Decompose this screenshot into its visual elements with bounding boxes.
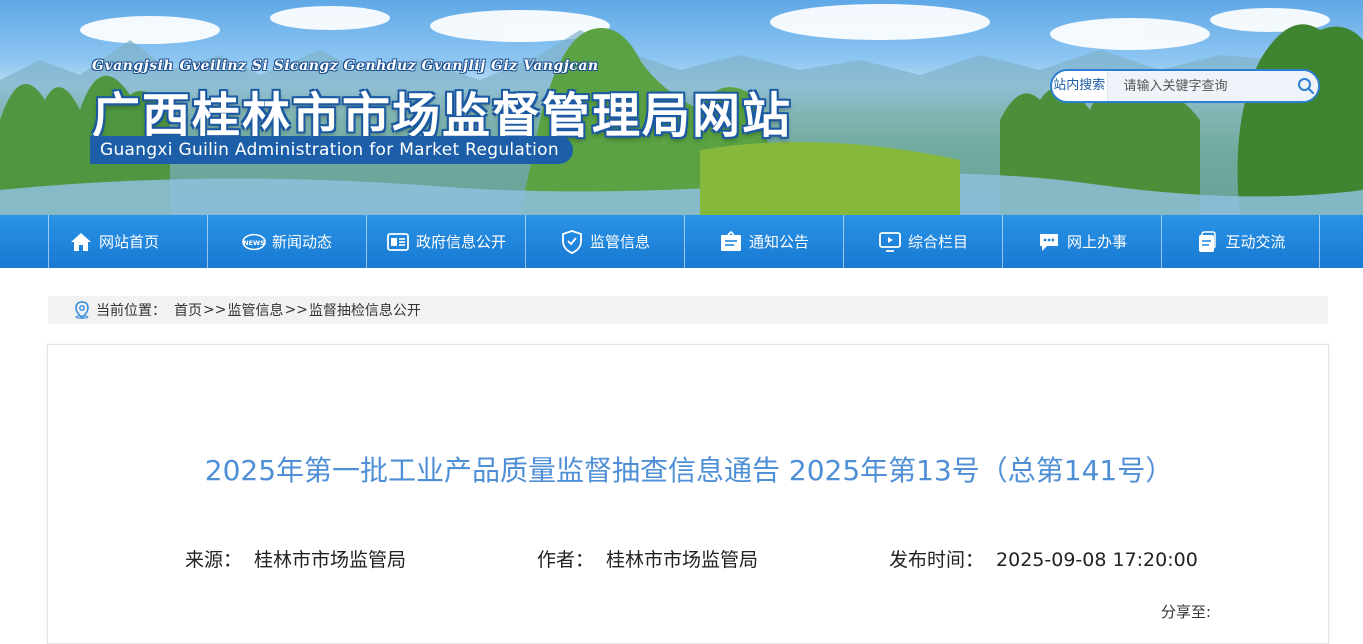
breadcrumb-supervision[interactable]: 监管信息: [227, 300, 283, 320]
nav-label: 网上办事: [1066, 233, 1127, 251]
search-box: 站内搜索: [1050, 69, 1320, 103]
search-input[interactable]: [1107, 71, 1294, 101]
nav-home[interactable]: 网站首页: [48, 215, 207, 268]
author-label: 作者：: [537, 549, 595, 571]
breadcrumb-separator: >>: [203, 302, 227, 318]
site-subtitle-zhuang: Gvangjsih Gveilinz Si Sicangz Genhduz Gv…: [92, 58, 599, 74]
main-nav: 网站首页 NEWS 新闻动态 政府信息公开 监管信息 通知公告 综合栏目 网上办…: [0, 215, 1363, 268]
time-label: 发布时间：: [889, 549, 985, 571]
breadcrumb-prefix: 当前位置：: [96, 303, 166, 319]
time-value: 2025-09-08 17:20:00: [996, 549, 1198, 571]
article-time: 发布时间： 2025-09-08 17:20:00: [889, 545, 1198, 572]
source-label: 来源：: [185, 549, 243, 571]
breadcrumb-separator: >>: [284, 302, 308, 318]
location-icon: [73, 301, 91, 319]
svg-text:NEWS: NEWS: [243, 238, 265, 246]
notice-icon: [719, 230, 743, 254]
nav-interaction[interactable]: 互动交流: [1161, 215, 1320, 268]
nav-label: 通知公告: [748, 233, 809, 251]
search-icon: [1297, 78, 1314, 94]
nav-supervision[interactable]: 监管信息: [525, 215, 684, 268]
nav-label: 新闻动态: [271, 233, 332, 251]
breadcrumb: 当前位置： 首页 >> 监管信息 >> 监督抽检信息公开: [48, 296, 1328, 324]
breadcrumb-current[interactable]: 监督抽检信息公开: [309, 300, 421, 320]
nav-label: 政府信息公开: [415, 233, 506, 251]
author-value: 桂林市市场监管局: [606, 549, 759, 571]
source-value: 桂林市市场监管局: [254, 549, 407, 571]
chat-icon: [1037, 230, 1061, 254]
site-title-en: Guangxi Guilin Administration for Market…: [90, 136, 573, 164]
nav-label: 综合栏目: [907, 233, 968, 251]
header-banner: Gvangjsih Gveilinz Si Sicangz Genhduz Gv…: [0, 0, 1363, 215]
screen-icon: [878, 230, 902, 254]
article-source: 来源： 桂林市市场监管局: [185, 545, 406, 572]
article-author: 作者： 桂林市市场监管局: [537, 545, 758, 572]
nav-news[interactable]: NEWS 新闻动态: [207, 215, 366, 268]
news-icon: NEWS: [242, 230, 266, 254]
search-button[interactable]: [1293, 71, 1318, 101]
search-label[interactable]: 站内搜索: [1052, 71, 1108, 101]
nav-label: 互动交流: [1225, 233, 1286, 251]
nav-comprehensive[interactable]: 综合栏目: [843, 215, 1002, 268]
document-icon: [1195, 230, 1219, 254]
nav-notice[interactable]: 通知公告: [684, 215, 843, 268]
shield-icon: [560, 229, 584, 254]
article-card: 2025年第一批工业产品质量监督抽查信息通告 2025年第13号（总第141号）…: [47, 344, 1329, 644]
breadcrumb-home[interactable]: 首页: [174, 300, 202, 320]
nav-label: 监管信息: [589, 233, 650, 251]
article-title: 2025年第一批工业产品质量监督抽查信息通告 2025年第13号（总第141号）: [204, 454, 1174, 487]
nav-label: 网站首页: [99, 233, 160, 251]
home-icon: [69, 230, 93, 254]
gov-info-icon: [386, 230, 410, 254]
share-label: 分享至:: [1161, 603, 1212, 621]
nav-online-service[interactable]: 网上办事: [1002, 215, 1161, 268]
nav-gov-info[interactable]: 政府信息公开: [366, 215, 525, 268]
